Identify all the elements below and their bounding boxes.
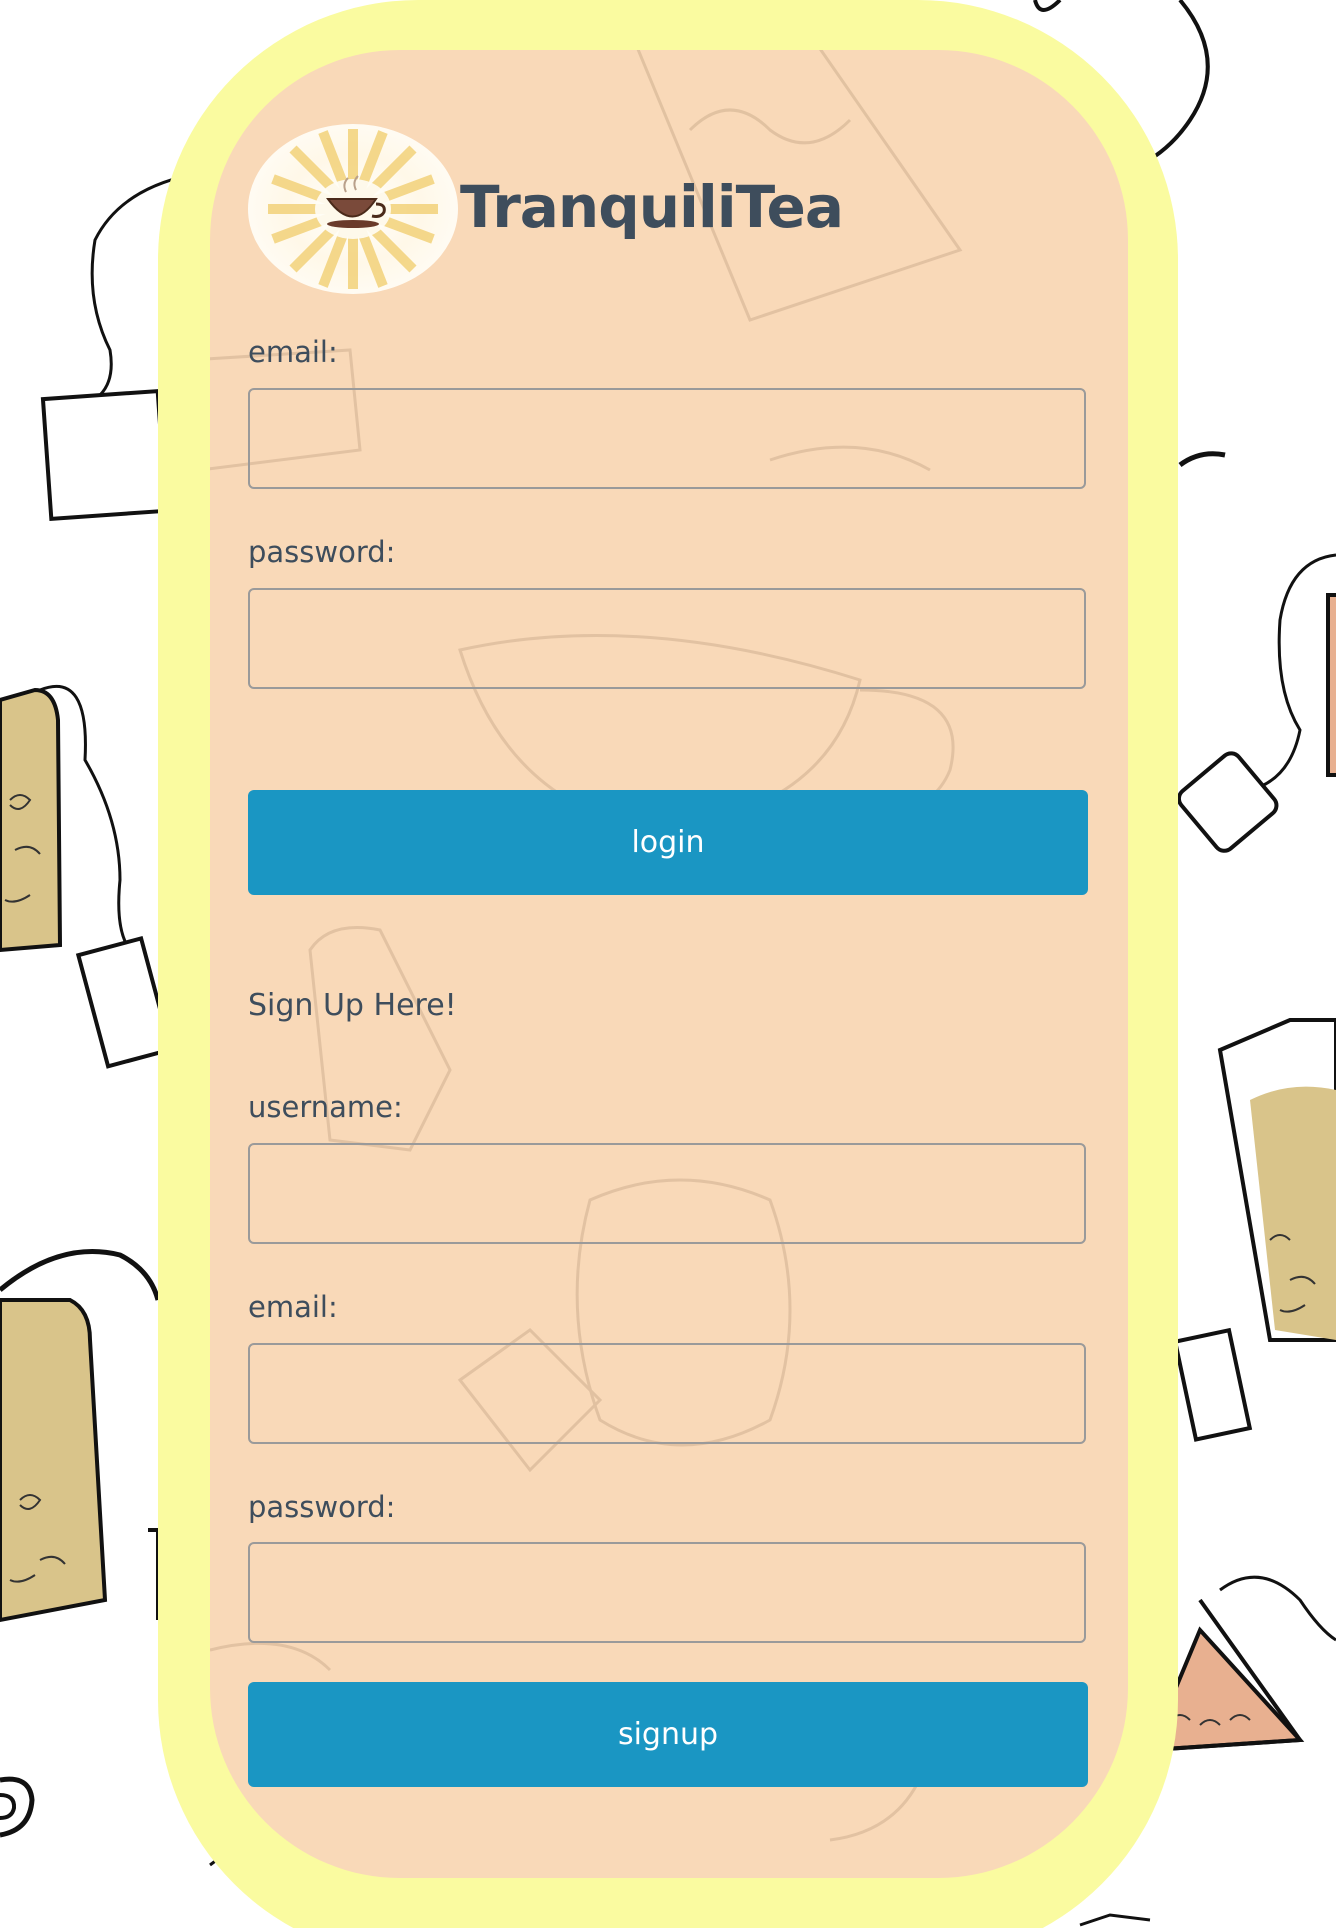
signup-username-input[interactable] — [248, 1143, 1086, 1244]
signup-password-input[interactable] — [248, 1542, 1086, 1643]
signup-username-label: username: — [248, 1090, 403, 1124]
login-password-input[interactable] — [248, 588, 1086, 689]
signup-heading: Sign Up Here! — [248, 988, 457, 1023]
login-email-input[interactable] — [248, 388, 1086, 489]
login-button[interactable]: login — [248, 790, 1088, 895]
signup-password-label: password: — [248, 1490, 396, 1524]
app-title: TranquiliTea — [460, 173, 844, 241]
signup-email-label: email: — [248, 1290, 338, 1324]
signup-email-input[interactable] — [248, 1343, 1086, 1444]
tea-cup-sunburst-icon — [248, 124, 458, 294]
login-password-label: password: — [248, 535, 396, 569]
app-header: TranquiliTea — [248, 123, 844, 295]
login-email-label: email: — [248, 335, 338, 369]
signup-button[interactable]: signup — [248, 1682, 1088, 1787]
